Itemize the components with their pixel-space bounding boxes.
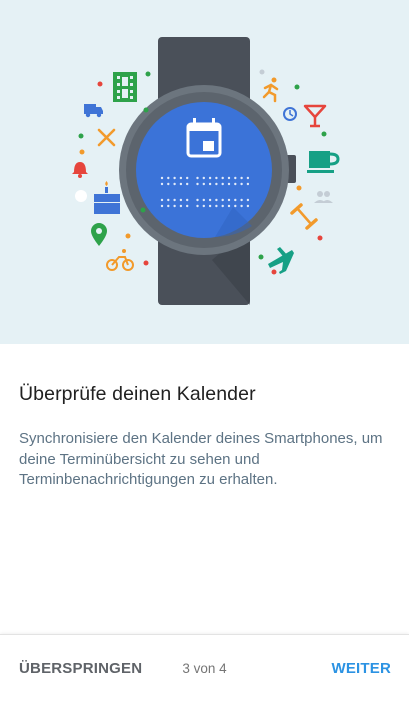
page-title: Überprüfe deinen Kalender <box>19 383 256 405</box>
birthday-cake-icon <box>94 181 120 214</box>
film-icon <box>113 72 137 102</box>
onboarding-illustration <box>0 0 409 344</box>
dumbbell-icon <box>290 203 318 230</box>
watch-face <box>136 102 272 238</box>
onboarding-content: Überprüfe deinen Kalender Synchronisiere… <box>0 344 409 634</box>
watch-illustration <box>72 37 340 305</box>
people-icon <box>314 191 333 203</box>
map-pin-icon <box>91 223 107 246</box>
next-button[interactable]: WEITER <box>331 660 391 677</box>
page-description: Synchronisiere den Kalender deines Smart… <box>19 430 383 488</box>
fork-knife-icon <box>97 128 116 147</box>
alarm-clock-icon <box>283 107 297 121</box>
airplane-icon <box>268 247 294 274</box>
coffee-cup-icon <box>307 151 340 173</box>
cyclist-icon <box>106 249 134 271</box>
onboarding-footer: ÜBERSPRINGEN 3 von 4 WEITER <box>0 634 409 701</box>
cocktail-icon <box>303 104 327 128</box>
runner-icon <box>262 77 279 103</box>
truck-icon <box>84 104 103 118</box>
alarm-bell-icon <box>72 162 88 178</box>
